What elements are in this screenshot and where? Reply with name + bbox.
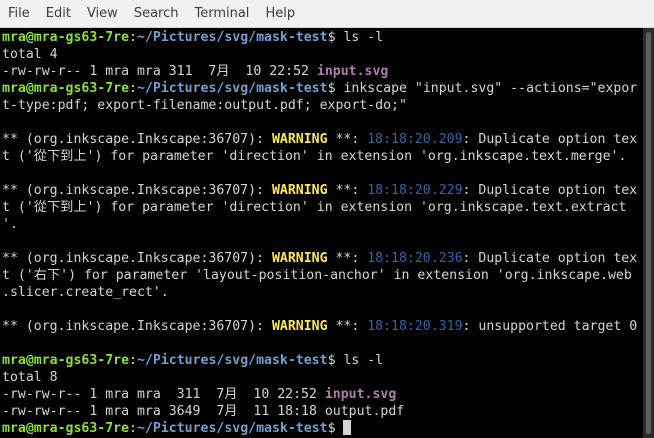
warning-label: WARNING: [271, 132, 328, 147]
terminal-line: mra@mra-gs63-7re:~/Pictures/svg/mask-tes…: [2, 29, 643, 46]
prompt-user: mra@mra-gs63-7re: [2, 421, 130, 436]
terminal-line: total 4: [2, 46, 643, 63]
output-text: .slicer.create_rect'.: [2, 285, 169, 300]
prompt-user: mra@mra-gs63-7re: [2, 81, 130, 96]
terminal-cursor: [343, 420, 352, 435]
command-text: [336, 421, 344, 436]
warning-message: : Duplicate option tex: [462, 251, 638, 266]
prompt-user: mra@mra-gs63-7re: [2, 353, 130, 368]
terminal-line: t-type:pdf; export-filename:output.pdf; …: [2, 97, 643, 114]
terminal-line: ** (org.inkscape.Inkscape:36707): WARNIN…: [2, 131, 643, 148]
warning-separator: **:: [327, 251, 368, 266]
warning-message: : Duplicate option tex: [462, 132, 638, 147]
terminal-line: mra@mra-gs63-7re:~/Pictures/svg/mask-tes…: [2, 80, 643, 97]
warning-timestamp: 18:18:20.319: [367, 319, 463, 334]
menu-terminal[interactable]: Terminal: [186, 0, 257, 28]
warning-separator: **:: [327, 132, 368, 147]
warning-message: : Duplicate option tex: [462, 183, 638, 198]
output-text: -rw-rw-r-- 1 mra mra 3649 7月 11 18:18 ou…: [2, 404, 405, 419]
terminal-line: -rw-rw-r-- 1 mra mra 3649 7月 11 18:18 ou…: [2, 403, 643, 420]
terminal-line: total 8: [2, 369, 643, 386]
prompt-path: ~/Pictures/svg/mask-test: [137, 353, 328, 368]
prompt-separator: :: [129, 30, 137, 45]
warning-source: ** (org.inkscape.Inkscape:36707):: [2, 319, 272, 334]
prompt-separator: :: [129, 421, 137, 436]
terminal-line: mra@mra-gs63-7re:~/Pictures/svg/mask-tes…: [2, 352, 643, 369]
prompt-symbol: $: [327, 421, 336, 436]
prompt-path: ~/Pictures/svg/mask-test: [137, 30, 328, 45]
prompt-separator: :: [129, 353, 137, 368]
warning-separator: **:: [327, 319, 368, 334]
warning-label: WARNING: [271, 251, 328, 266]
prompt-separator: :: [129, 81, 137, 96]
prompt-user: mra@mra-gs63-7re: [2, 30, 130, 45]
warning-timestamp: 18:18:20.229: [367, 183, 463, 198]
terminal-line: t ('從下到上') for parameter 'direction' in …: [2, 199, 643, 216]
ls-entry-details: -rw-rw-r-- 1 mra mra 311 7月 10 22:52: [2, 64, 317, 79]
menu-file[interactable]: File: [0, 0, 38, 28]
menu-edit[interactable]: Edit: [38, 0, 79, 28]
prompt-symbol: $: [327, 81, 336, 96]
warning-source: ** (org.inkscape.Inkscape:36707):: [2, 132, 272, 147]
output-text: t ('從下到上') for parameter 'direction' in …: [2, 200, 627, 215]
output-text: '.: [2, 217, 18, 232]
menu-help[interactable]: Help: [257, 0, 303, 28]
output-text: t-type:pdf; export-filename:output.pdf; …: [2, 98, 407, 113]
output-text: t ('右下') for parameter 'layout-position-…: [2, 268, 632, 283]
menu-bar: File Edit View Search Terminal Help: [0, 0, 654, 28]
terminal-line: '.: [2, 216, 643, 233]
prompt-path: ~/Pictures/svg/mask-test: [137, 81, 328, 96]
warning-timestamp: 18:18:20.236: [367, 251, 463, 266]
prompt-symbol: $: [327, 353, 336, 368]
output-text: total 4: [2, 47, 58, 62]
terminal-line: ** (org.inkscape.Inkscape:36707): WARNIN…: [2, 250, 643, 267]
menu-view[interactable]: View: [79, 0, 126, 28]
command-text: ls -l: [335, 353, 384, 368]
warning-label: WARNING: [271, 183, 328, 198]
warning-source: ** (org.inkscape.Inkscape:36707):: [2, 183, 272, 198]
terminal-line: t ('右下') for parameter 'layout-position-…: [2, 267, 643, 284]
ls-entry-filename: input.svg: [316, 64, 389, 79]
prompt-path: ~/Pictures/svg/mask-test: [137, 421, 328, 436]
scrollbar-thumb[interactable]: [646, 32, 651, 434]
ls-entry-details: -rw-rw-r-- 1 mra mra 311 7月 10 22:52: [2, 387, 325, 402]
command-text: ls -l: [335, 30, 384, 45]
warning-message: : unsupported target 0: [462, 319, 638, 334]
menu-search[interactable]: Search: [126, 0, 187, 28]
warning-timestamp: 18:18:20.209: [367, 132, 463, 147]
output-text: total 8: [2, 370, 58, 385]
command-text: inkscape "input.svg" --actions="expor: [335, 81, 638, 96]
terminal-line: .slicer.create_rect'.: [2, 284, 643, 301]
output-text: t ('從下到上') for parameter 'direction' in …: [2, 149, 627, 164]
terminal-output[interactable]: mra@mra-gs63-7re:~/Pictures/svg/mask-tes…: [0, 28, 643, 438]
terminal-scrollbar[interactable]: [643, 28, 654, 438]
terminal-line: ** (org.inkscape.Inkscape:36707): WARNIN…: [2, 182, 643, 199]
warning-source: ** (org.inkscape.Inkscape:36707):: [2, 251, 272, 266]
warning-label: WARNING: [271, 319, 328, 334]
terminal-line: -rw-rw-r-- 1 mra mra 311 7月 10 22:52 inp…: [2, 386, 643, 403]
terminal-line: mra@mra-gs63-7re:~/Pictures/svg/mask-tes…: [2, 420, 643, 437]
prompt-symbol: $: [327, 30, 336, 45]
ls-entry-filename: input.svg: [324, 387, 397, 402]
terminal-line: -rw-rw-r-- 1 mra mra 311 7月 10 22:52 inp…: [2, 63, 643, 80]
warning-separator: **:: [327, 183, 368, 198]
terminal-line: t ('從下到上') for parameter 'direction' in …: [2, 148, 643, 165]
terminal-line: ** (org.inkscape.Inkscape:36707): WARNIN…: [2, 318, 643, 335]
